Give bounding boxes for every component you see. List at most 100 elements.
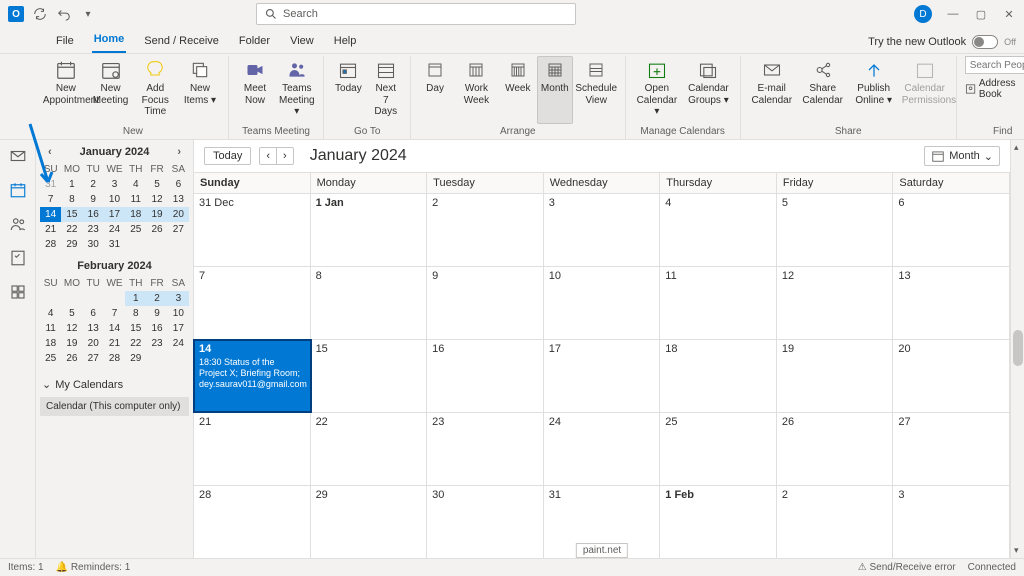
minical-day[interactable]: 19 (146, 207, 167, 222)
calendar-day-cell[interactable]: 23 (427, 413, 544, 485)
new-meeting-button[interactable]: New Meeting (89, 56, 133, 124)
scroll-down-icon[interactable]: ▾ (1014, 545, 1019, 556)
minical-day[interactable]: 27 (83, 351, 104, 366)
nav-calendar-icon[interactable] (8, 180, 28, 200)
menu-help[interactable]: Help (332, 31, 359, 53)
minical-day[interactable]: 30 (83, 237, 104, 252)
share-calendar-button[interactable]: Share Calendar (798, 56, 848, 124)
publish-online-button[interactable]: Publish Online ▾ (849, 56, 899, 124)
menu-file[interactable]: File (54, 31, 76, 53)
nav-more-icon[interactable] (8, 282, 28, 302)
minical-day[interactable]: 15 (125, 321, 146, 336)
scroll-up-icon[interactable]: ▴ (1014, 142, 1019, 153)
minical-day[interactable]: 8 (61, 192, 82, 207)
calendar-day-cell[interactable]: 10 (544, 267, 661, 339)
my-calendars-header[interactable]: ⌄My Calendars (40, 374, 189, 395)
minical-day[interactable]: 14 (104, 321, 125, 336)
calendar-day-cell[interactable]: 4 (660, 194, 777, 266)
calendar-day-cell[interactable]: 30 (427, 486, 544, 558)
minical-day[interactable]: 21 (104, 336, 125, 351)
address-book-button[interactable]: Address Book (965, 78, 1024, 100)
close-button[interactable]: ✕ (1002, 8, 1016, 21)
scroll-thumb[interactable] (1013, 330, 1023, 366)
status-send-receive-error[interactable]: ⚠ Send/Receive error (858, 562, 956, 573)
minical-day[interactable]: 11 (125, 192, 146, 207)
minical-day[interactable]: 31 (104, 237, 125, 252)
minical-day[interactable]: 18 (40, 336, 61, 351)
minical-day[interactable]: 15 (61, 207, 82, 222)
undo-icon[interactable] (56, 6, 72, 22)
minical-day[interactable]: 22 (61, 222, 82, 237)
calendar-day-cell[interactable]: 21 (194, 413, 311, 485)
calendar-day-cell[interactable]: 5 (777, 194, 894, 266)
calendar-event[interactable]: 18:30 Status of the Project X; Briefing … (199, 357, 305, 389)
calendar-day-cell[interactable]: 28 (194, 486, 311, 558)
calendar-day-cell[interactable]: 18 (660, 340, 777, 412)
calendar-day-cell[interactable]: 3 (544, 194, 661, 266)
minical-day[interactable]: 16 (146, 321, 167, 336)
minical-day[interactable]: 27 (168, 222, 189, 237)
minical-day[interactable]: 17 (104, 207, 125, 222)
minical-day[interactable]: 25 (125, 222, 146, 237)
teams-meeting-button[interactable]: Teams Meeting ▾ (276, 56, 317, 124)
calendar-day-cell[interactable]: 31 Dec (194, 194, 311, 266)
month-view-button[interactable]: Month (537, 56, 573, 124)
minical-day[interactable]: 1 (61, 177, 82, 192)
minical-day[interactable]: 11 (40, 321, 61, 336)
next-month-button[interactable]: › (276, 147, 294, 165)
minical-day[interactable]: 7 (104, 306, 125, 321)
minical-day[interactable]: 17 (168, 321, 189, 336)
minical-day[interactable]: 16 (83, 207, 104, 222)
minical-day[interactable]: 29 (125, 351, 146, 366)
minimize-button[interactable]: — (946, 8, 960, 20)
schedule-view-button[interactable]: Schedule View (574, 56, 619, 124)
calendar-day-cell[interactable]: 1418:30 Status of the Project X; Briefin… (194, 340, 311, 412)
meet-now-button[interactable]: Meet Now (235, 56, 275, 124)
menu-folder[interactable]: Folder (237, 31, 272, 53)
calendar-day-cell[interactable]: 7 (194, 267, 311, 339)
new-items-button[interactable]: New Items ▾ (178, 56, 222, 124)
minical-day[interactable]: 3 (104, 177, 125, 192)
sync-icon[interactable] (32, 6, 48, 22)
email-calendar-button[interactable]: E-mail Calendar (747, 56, 797, 124)
minical-day[interactable]: 20 (83, 336, 104, 351)
minical-day[interactable]: 31 (40, 177, 61, 192)
minical-prev-icon[interactable]: ‹ (44, 146, 56, 158)
today-button[interactable]: Today (330, 56, 366, 124)
minical-day[interactable]: 23 (83, 222, 104, 237)
minical-day[interactable]: 6 (83, 306, 104, 321)
minical-day[interactable]: 25 (40, 351, 61, 366)
calendar-day-cell[interactable]: 1 Feb (660, 486, 777, 558)
minical-day[interactable]: 7 (40, 192, 61, 207)
minical-day[interactable]: 23 (146, 336, 167, 351)
minical-day[interactable]: 20 (168, 207, 189, 222)
calendar-day-cell[interactable]: 1 Jan (311, 194, 428, 266)
calendar-day-cell[interactable]: 29 (311, 486, 428, 558)
minical-day[interactable]: 5 (61, 306, 82, 321)
minical-day[interactable]: 26 (61, 351, 82, 366)
add-focus-time-button[interactable]: Add Focus Time (133, 56, 177, 124)
minical-day[interactable]: 2 (83, 177, 104, 192)
work-week-button[interactable]: Work Week (454, 56, 499, 124)
calendar-day-cell[interactable]: 26 (777, 413, 894, 485)
minical-day[interactable]: 12 (146, 192, 167, 207)
search-box[interactable]: Search (256, 3, 576, 25)
minical-day[interactable]: 10 (168, 306, 189, 321)
minical-day[interactable]: 5 (146, 177, 167, 192)
new-appointment-button[interactable]: New Appointment (44, 56, 88, 124)
minical-day[interactable]: 10 (104, 192, 125, 207)
minical-day[interactable]: 9 (83, 192, 104, 207)
calendar-list-item[interactable]: Calendar (This computer only) (40, 397, 189, 416)
user-avatar[interactable]: D (914, 5, 932, 23)
minical-day[interactable]: 9 (146, 306, 167, 321)
minical-day[interactable]: 28 (104, 351, 125, 366)
qat-more-icon[interactable]: ▾ (80, 6, 96, 22)
calendar-day-cell[interactable]: 3 (893, 486, 1010, 558)
minical-day[interactable]: 24 (168, 336, 189, 351)
calendar-day-cell[interactable]: 2 (427, 194, 544, 266)
day-view-button[interactable]: Day (417, 56, 453, 124)
go-today-button[interactable]: Today (204, 147, 251, 165)
calendar-day-cell[interactable]: 20 (893, 340, 1010, 412)
minical-day[interactable]: 4 (125, 177, 146, 192)
minical-day[interactable]: 14 (40, 207, 61, 222)
